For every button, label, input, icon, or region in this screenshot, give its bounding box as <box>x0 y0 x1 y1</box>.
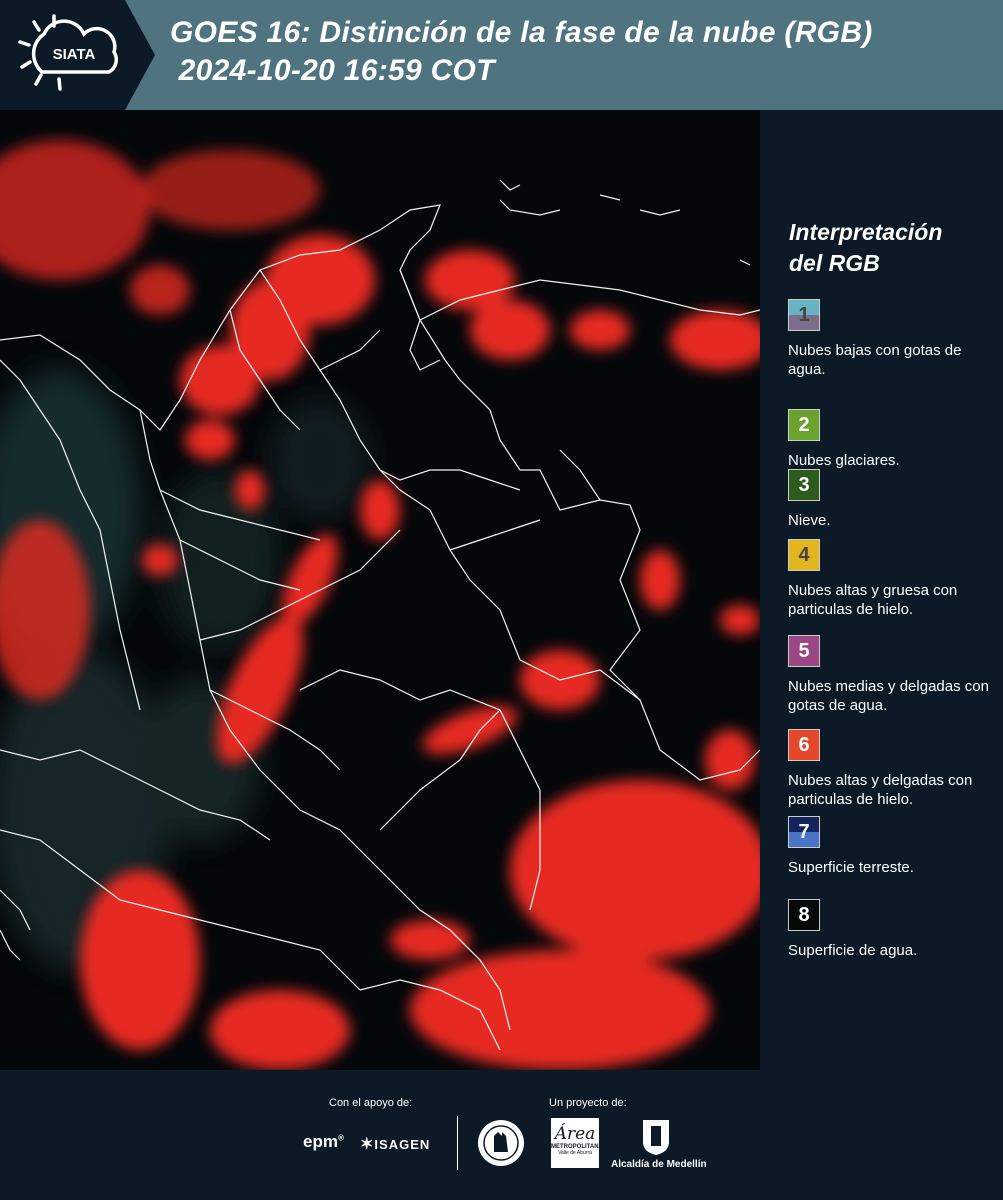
siata-logo: SIATA <box>18 14 119 91</box>
legend-number: 4 <box>798 543 810 566</box>
epm-logo: epm® <box>303 1132 344 1151</box>
legend-swatch: 5 <box>788 635 820 667</box>
legend-number: 1 <box>798 303 810 326</box>
legend-number: 6 <box>798 733 810 756</box>
legend-number: 2 <box>798 413 810 436</box>
legend-item-4: 4 Nubes altas y gruesa con particulas de … <box>788 539 998 619</box>
satellite-map <box>0 110 760 1070</box>
legend-label: Nubes altas y gruesa con particulas de h… <box>788 582 958 618</box>
legend-swatch: 2 <box>788 409 820 441</box>
page-title: GOES 16: Distinción de la fase de la nub… <box>170 14 873 90</box>
legend-number: 5 <box>798 639 810 662</box>
legend-swatch: 6 <box>788 729 820 761</box>
area-logo-script: Área <box>554 1124 596 1144</box>
legend-item-7: 7 Superficie terreste. <box>788 816 998 877</box>
title-line-2: 2024-10-20 16:59 COT <box>170 54 495 87</box>
footer-divider <box>457 1116 458 1170</box>
area-logo-subtext: Valle de Aburrá <box>558 1150 592 1156</box>
area-metropolitana-logo: Área METROPOLITANA Valle de Aburrá <box>551 1118 603 1168</box>
legend-item-1: 1 Nubes bajas con gotas de agua. <box>788 299 998 379</box>
logo-text: SIATA <box>53 46 96 63</box>
legend-label: Nubes bajas con gotas de agua. <box>788 342 962 378</box>
isagen-logo: ✶ISAGEN <box>360 1134 430 1154</box>
isagen-logo-text: ISAGEN <box>374 1137 431 1152</box>
seal-icon <box>478 1120 524 1166</box>
epm-logo-text: epm <box>303 1132 338 1151</box>
legend-label: Nubes medias y delgadas con gotas de agu… <box>788 678 989 714</box>
legend-label: Nubes altas y delgadas con particulas de… <box>788 772 973 808</box>
legend-title-line-1: Interpretación <box>789 219 943 245</box>
legend-swatch: 8 <box>788 899 820 931</box>
legend-number: 8 <box>798 903 810 926</box>
legend-swatch: 4 <box>788 539 820 571</box>
support-label: Con el apoyo de: <box>329 1097 413 1109</box>
legend-swatch: 3 <box>788 469 820 501</box>
legend-item-6: 6 Nubes altas y delgadas con particulas d… <box>788 729 998 809</box>
legend-item-2: 2 Nubes glaciares. <box>788 409 998 470</box>
legend-swatch: 1 <box>788 299 820 331</box>
legend-title: Interpretación del RGB <box>789 217 942 279</box>
legend-number: 7 <box>798 820 810 843</box>
legend-title-line-2: del RGB <box>789 250 880 276</box>
legend-panel: Interpretación del RGB 1 Nubes bajas con … <box>770 110 1003 1070</box>
project-label: Un proyecto de: <box>549 1097 627 1109</box>
footer: Con el apoyo de: Un proyecto de: epm® ✶I… <box>0 1070 1003 1200</box>
legend-item-8: 8 Superficie de agua. <box>788 899 998 960</box>
legend-number: 3 <box>798 473 810 496</box>
legend-item-5: 5 Nubes medias y delgadas con gotas de ag… <box>788 635 998 715</box>
legend-label: Nieve. <box>788 512 831 529</box>
title-line-1: GOES 16: Distinción de la fase de la nub… <box>170 16 873 49</box>
header-bar: SIATA GOES 16: Distinción de la fase de … <box>0 0 1003 110</box>
legend-item-3: 3 Nieve. <box>788 469 998 530</box>
logo-panel: SIATA <box>0 0 125 110</box>
isagen-icon: ✶ <box>360 1136 375 1153</box>
satellite-image <box>0 110 760 1070</box>
legend-swatch: 7 <box>788 816 820 848</box>
legend-label: Superficie terreste. <box>788 859 914 876</box>
logo-arrow <box>125 0 155 110</box>
legend-label: Nubes glaciares. <box>788 452 900 469</box>
medellin-shield-icon <box>643 1120 669 1155</box>
legend-label: Superficie de agua. <box>788 942 918 959</box>
alcaldia-logo-text: Alcaldía de Medellín <box>611 1159 707 1170</box>
